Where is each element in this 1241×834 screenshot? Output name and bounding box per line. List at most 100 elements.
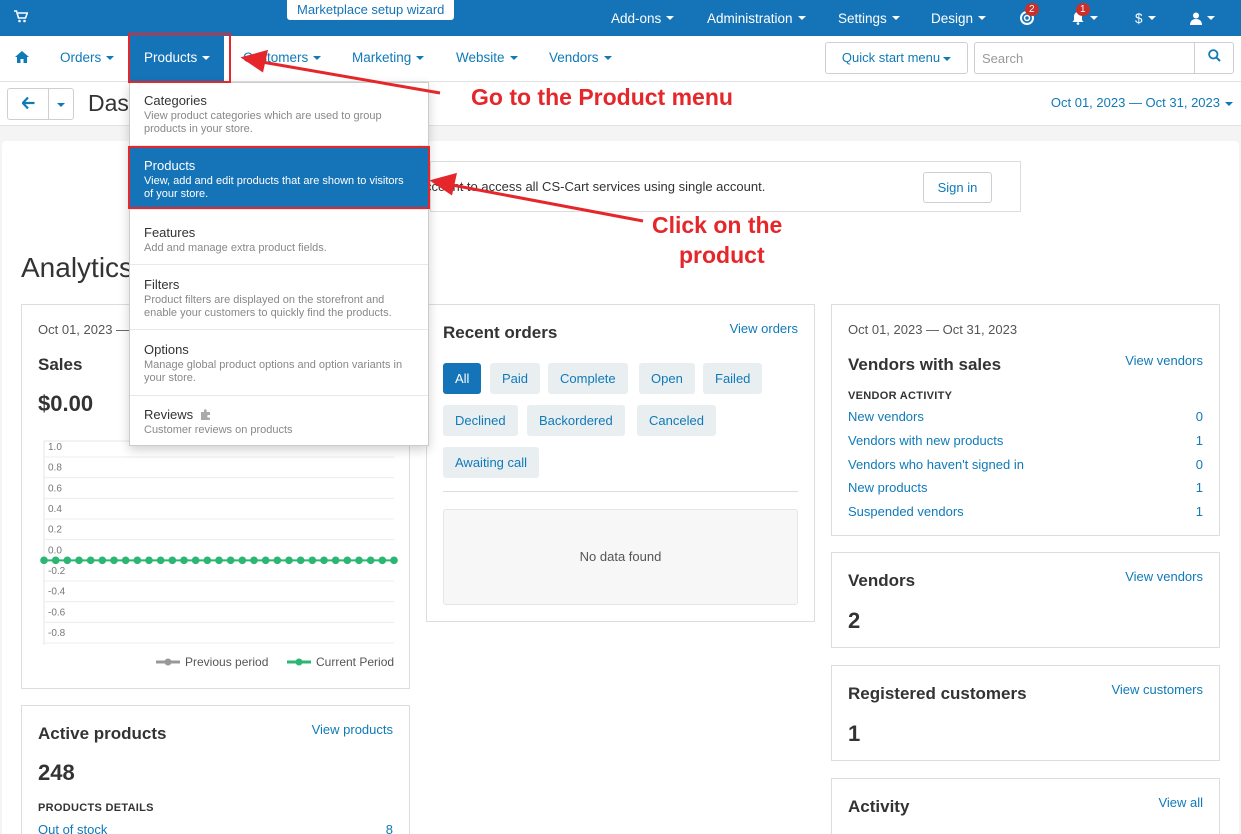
filter-open[interactable]: Open	[639, 363, 695, 394]
quick-start-menu-button[interactable]: Quick start menu	[825, 42, 968, 74]
nav-customers[interactable]: Customers	[243, 36, 322, 82]
data-point	[261, 556, 270, 565]
menu-item-categories[interactable]: Categories View product categories which…	[130, 83, 428, 146]
menu-item-reviews[interactable]: Reviews Customer reviews on products	[130, 396, 428, 446]
y-tick-label: 0.0	[48, 545, 62, 556]
help-badge: 2	[1025, 3, 1039, 16]
nav-orders[interactable]: Orders	[60, 36, 115, 82]
nav-marketing[interactable]: Marketing	[352, 36, 425, 82]
marketplace-setup-wizard-button[interactable]: Marketplace setup wizard	[286, 0, 456, 21]
menu-item-features-desc: Add and manage extra product fields.	[144, 242, 327, 254]
menu-item-features[interactable]: Features Add and manage extra product fi…	[130, 213, 428, 265]
sign-in-button[interactable]: Sign in	[923, 172, 992, 203]
nav-vendors[interactable]: Vendors	[549, 36, 612, 82]
view-products-link[interactable]: View products	[312, 722, 393, 737]
design-menu[interactable]: Design	[931, 0, 987, 36]
vendors-new-products-count[interactable]: 1	[1196, 433, 1203, 448]
data-point	[343, 556, 352, 565]
view-vendors-link-2[interactable]: View vendors	[1125, 569, 1203, 584]
menu-item-products-desc: View, add and edit products that are sho…	[144, 175, 404, 200]
view-orders-link[interactable]: View orders	[730, 321, 798, 336]
annotation-click-on-line1: Click on the	[652, 212, 783, 238]
search-input[interactable]	[974, 42, 1195, 74]
out-of-stock-count[interactable]: 8	[386, 822, 393, 834]
data-point	[156, 556, 165, 565]
addons-label: Add-ons	[611, 10, 662, 26]
menu-item-products-title: Products	[144, 158, 196, 173]
y-tick-label: 0.8	[48, 463, 62, 474]
legend-current-marker	[295, 658, 303, 666]
new-products-link[interactable]: New products	[848, 480, 927, 495]
data-point	[191, 556, 200, 565]
suspended-vendors-count[interactable]: 1	[1196, 504, 1203, 519]
sales-date: Oct 01, 2023 —	[38, 322, 130, 337]
home-icon[interactable]	[15, 51, 29, 66]
back-button[interactable]	[7, 88, 49, 120]
addons-menu[interactable]: Add-ons	[611, 0, 675, 36]
y-tick-label: -0.4	[48, 587, 66, 598]
filter-awaiting-call[interactable]: Awaiting call	[443, 447, 540, 478]
new-vendors-count[interactable]: 0	[1196, 409, 1203, 424]
data-point	[168, 556, 177, 565]
data-point	[133, 556, 142, 565]
vendors-title: Vendors	[848, 571, 916, 590]
filter-all[interactable]: All	[443, 363, 482, 394]
data-point	[390, 556, 398, 565]
view-all-activity-link[interactable]: View all	[1158, 795, 1203, 810]
user-menu[interactable]	[1190, 0, 1215, 36]
vendors-not-signed-in-link[interactable]: Vendors who haven't signed in	[848, 457, 1024, 472]
data-point	[366, 556, 375, 565]
menu-item-options[interactable]: Options Manage global product options an…	[130, 330, 428, 396]
data-point	[75, 556, 83, 565]
new-vendors-link[interactable]: New vendors	[848, 409, 924, 424]
data-point	[63, 556, 72, 565]
settings-menu[interactable]: Settings	[838, 0, 900, 36]
cart-icon[interactable]	[14, 10, 29, 26]
y-tick-label: 1.0	[48, 442, 62, 453]
nav-orders-label: Orders	[60, 50, 102, 65]
menu-item-options-desc: Manage global product options and option…	[144, 359, 403, 384]
filter-canceled[interactable]: Canceled	[637, 405, 716, 436]
data-point	[250, 556, 258, 565]
filter-complete[interactable]: Complete	[548, 363, 628, 394]
view-vendors-link[interactable]: View vendors	[1125, 353, 1203, 368]
filter-declined[interactable]: Declined	[443, 405, 518, 436]
vendor-activity-heading: VENDOR ACTIVITY	[848, 390, 953, 402]
vendors-card: Vendors View vendors 2	[831, 552, 1220, 648]
search-button[interactable]	[1194, 42, 1234, 74]
data-point	[331, 556, 340, 565]
vendors-new-products-link[interactable]: Vendors with new products	[848, 433, 1003, 448]
menu-item-products[interactable]: Products View, add and edit products tha…	[130, 148, 428, 210]
out-of-stock-link[interactable]: Out of stock	[38, 822, 107, 834]
nav-customers-label: Customers	[243, 50, 309, 65]
menu-item-filters[interactable]: Filters Product filters are displayed on…	[130, 265, 428, 330]
filter-failed[interactable]: Failed	[703, 363, 763, 394]
currency-menu[interactable]: $	[1135, 0, 1156, 36]
recent-orders-title: Recent orders	[443, 323, 558, 342]
data-point	[378, 556, 387, 565]
y-tick-label: -0.2	[48, 566, 66, 577]
vendors-not-signed-in-count[interactable]: 0	[1196, 457, 1203, 472]
activity-title: Activity	[848, 797, 910, 816]
active-products-count: 248	[38, 760, 75, 785]
arrow-left-icon	[20, 96, 34, 110]
view-customers-link[interactable]: View customers	[1111, 682, 1203, 697]
nav-products[interactable]: Products	[130, 36, 225, 82]
suspended-vendors-link[interactable]: Suspended vendors	[848, 504, 964, 519]
data-point	[320, 556, 328, 565]
top-bar: Marketplace setup wizard Add-ons Adminis…	[0, 0, 1241, 36]
nav-website[interactable]: Website	[456, 36, 518, 82]
new-products-count[interactable]: 1	[1196, 480, 1203, 495]
date-range-picker[interactable]: Oct 01, 2023 — Oct 31, 2023	[1051, 95, 1233, 110]
administration-menu[interactable]: Administration	[707, 0, 806, 36]
filter-paid[interactable]: Paid	[490, 363, 541, 394]
active-products-title: Active products	[38, 724, 167, 743]
data-point	[296, 556, 305, 565]
orders-divider	[443, 491, 798, 492]
vendors-with-sales-card: Oct 01, 2023 — Oct 31, 2023 Vendors with…	[831, 304, 1220, 536]
active-products-card: Active products View products 248 PRODUC…	[21, 705, 410, 834]
menu-item-filters-title: Filters	[144, 277, 180, 292]
back-dropdown-button[interactable]	[48, 88, 74, 120]
filter-backordered[interactable]: Backordered	[527, 405, 625, 436]
menu-item-filters-desc: Product filters are displayed on the sto…	[144, 294, 392, 319]
